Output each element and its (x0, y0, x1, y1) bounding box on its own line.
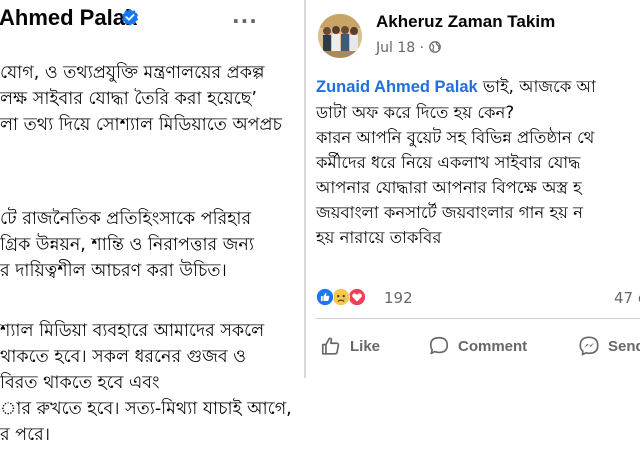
reactions-bar[interactable]: 192 47 co (316, 286, 640, 310)
left-paragraph-1: যোগ, ও তথ্যপ্রযুক্তি মন্ত্রণালয়ের প্রকল… (0, 60, 298, 138)
left-paragraph-2: টে রাজনৈতিক প্রতিহিংসাকে পরিহার গ্রিক উন… (0, 206, 298, 284)
left-line: র দায়িত্বশীল আচরণ করা উচিত। (0, 261, 227, 281)
post-line: কারন আপনি বুয়েট সহ বিভিন্ন প্রতিষ্ঠান থ… (316, 128, 595, 147)
post-body: Zunaid Ahmed Palak ভাই, আজকে আ ডাটা অফ ক… (316, 74, 640, 250)
left-post-author[interactable]: Ahmed Palak (0, 5, 137, 31)
reaction-count[interactable]: 192 (384, 289, 413, 307)
left-line: যোগ, ও তথ্যপ্রযুক্তি মন্ত্রণালয়ের প্রকল… (0, 63, 265, 83)
left-line: থাকতে হবে। সকল ধরনের গুজব ও (0, 347, 247, 367)
post-date[interactable]: Jul 18 (376, 40, 415, 56)
left-line: শ্যাল মিডিয়া ব্যবহারে আমাদের সকলে (0, 321, 265, 341)
comment-button[interactable]: Comment (428, 332, 527, 360)
post-meta: Jul 18 · (376, 40, 441, 56)
send-button[interactable]: Send (578, 332, 640, 360)
sad-reaction-icon (332, 288, 350, 306)
mention-link[interactable]: Zunaid Ahmed Palak (316, 78, 478, 96)
group-photo-icon (318, 14, 362, 58)
globe-icon (428, 41, 441, 53)
left-post: Ahmed Palak ... যোগ, ও তথ্যপ্রযুক্তি মন্… (0, 0, 298, 474)
left-line: বিরত থাকতে হবে এবং (0, 373, 160, 393)
avatar[interactable] (318, 14, 362, 58)
post-line: ডাটা অফ করে দিতে হয় কেন? (316, 103, 515, 122)
post-actions: Like Comment Send (306, 326, 640, 366)
thumbs-up-icon (321, 337, 340, 355)
post-line: Zunaid Ahmed Palak ভাই, আজকে আ (316, 74, 640, 100)
more-options-icon[interactable]: ... (232, 4, 258, 28)
post-line: হয় নারায়ে তাকবির (316, 228, 442, 247)
comment-bubble-icon (429, 336, 449, 355)
messenger-icon (579, 336, 599, 356)
post-author[interactable]: Akheruz Zaman Takim (376, 12, 555, 32)
verified-badge-icon (121, 8, 139, 26)
comment-label: Comment (458, 337, 528, 355)
like-button[interactable]: Like (320, 332, 380, 360)
love-reaction-icon (348, 288, 366, 306)
post-line: আপনার যোদ্ধারা আপনার বিপক্ষে অস্ত্র হ (316, 178, 582, 197)
left-post-body: যোগ, ও তথ্যপ্রযুক্তি মন্ত্রণালয়ের প্রকল… (0, 60, 298, 448)
comment-count[interactable]: 47 co (614, 289, 640, 307)
left-line: গ্রিক উন্নয়ন, শান্তি ও নিরাপত্তার জন্য (0, 235, 254, 255)
like-label: Like (350, 337, 381, 355)
post-line: জয়বাংলা কনসার্টে জয়বাংলার গান হয় ন (316, 203, 583, 222)
like-reaction-icon (316, 288, 334, 306)
left-line: টে রাজনৈতিক প্রতিহিংসাকে পরিহার (0, 209, 252, 229)
post-line-text: ভাই, আজকে আ (477, 77, 596, 96)
post-line: কর্মীদের ধরে নিয়ে একলাখ সাইবার যোদ্ধ (316, 153, 581, 172)
left-line: লক্ষ সাইবার যোদ্ধা তৈরি করা হয়েছে’ (0, 89, 257, 109)
send-label: Send (608, 337, 640, 355)
left-line: র পরে। (0, 425, 50, 445)
separator-line (316, 318, 640, 319)
left-paragraph-3: শ্যাল মিডিয়া ব্যবহারে আমাদের সকলে থাকতে… (0, 318, 298, 448)
left-line: লা তথ্য দিয়ে সোশ্যাল মিডিয়াতে অপপ্রচ (0, 115, 282, 135)
meta-separator: · (419, 40, 425, 56)
right-post: Akheruz Zaman Takim Jul 18 · Zunaid Ahme… (304, 0, 640, 378)
left-line: ার রুখতে হবে। সত্য-মিথ্যা যাচাই আগে, (0, 399, 292, 419)
